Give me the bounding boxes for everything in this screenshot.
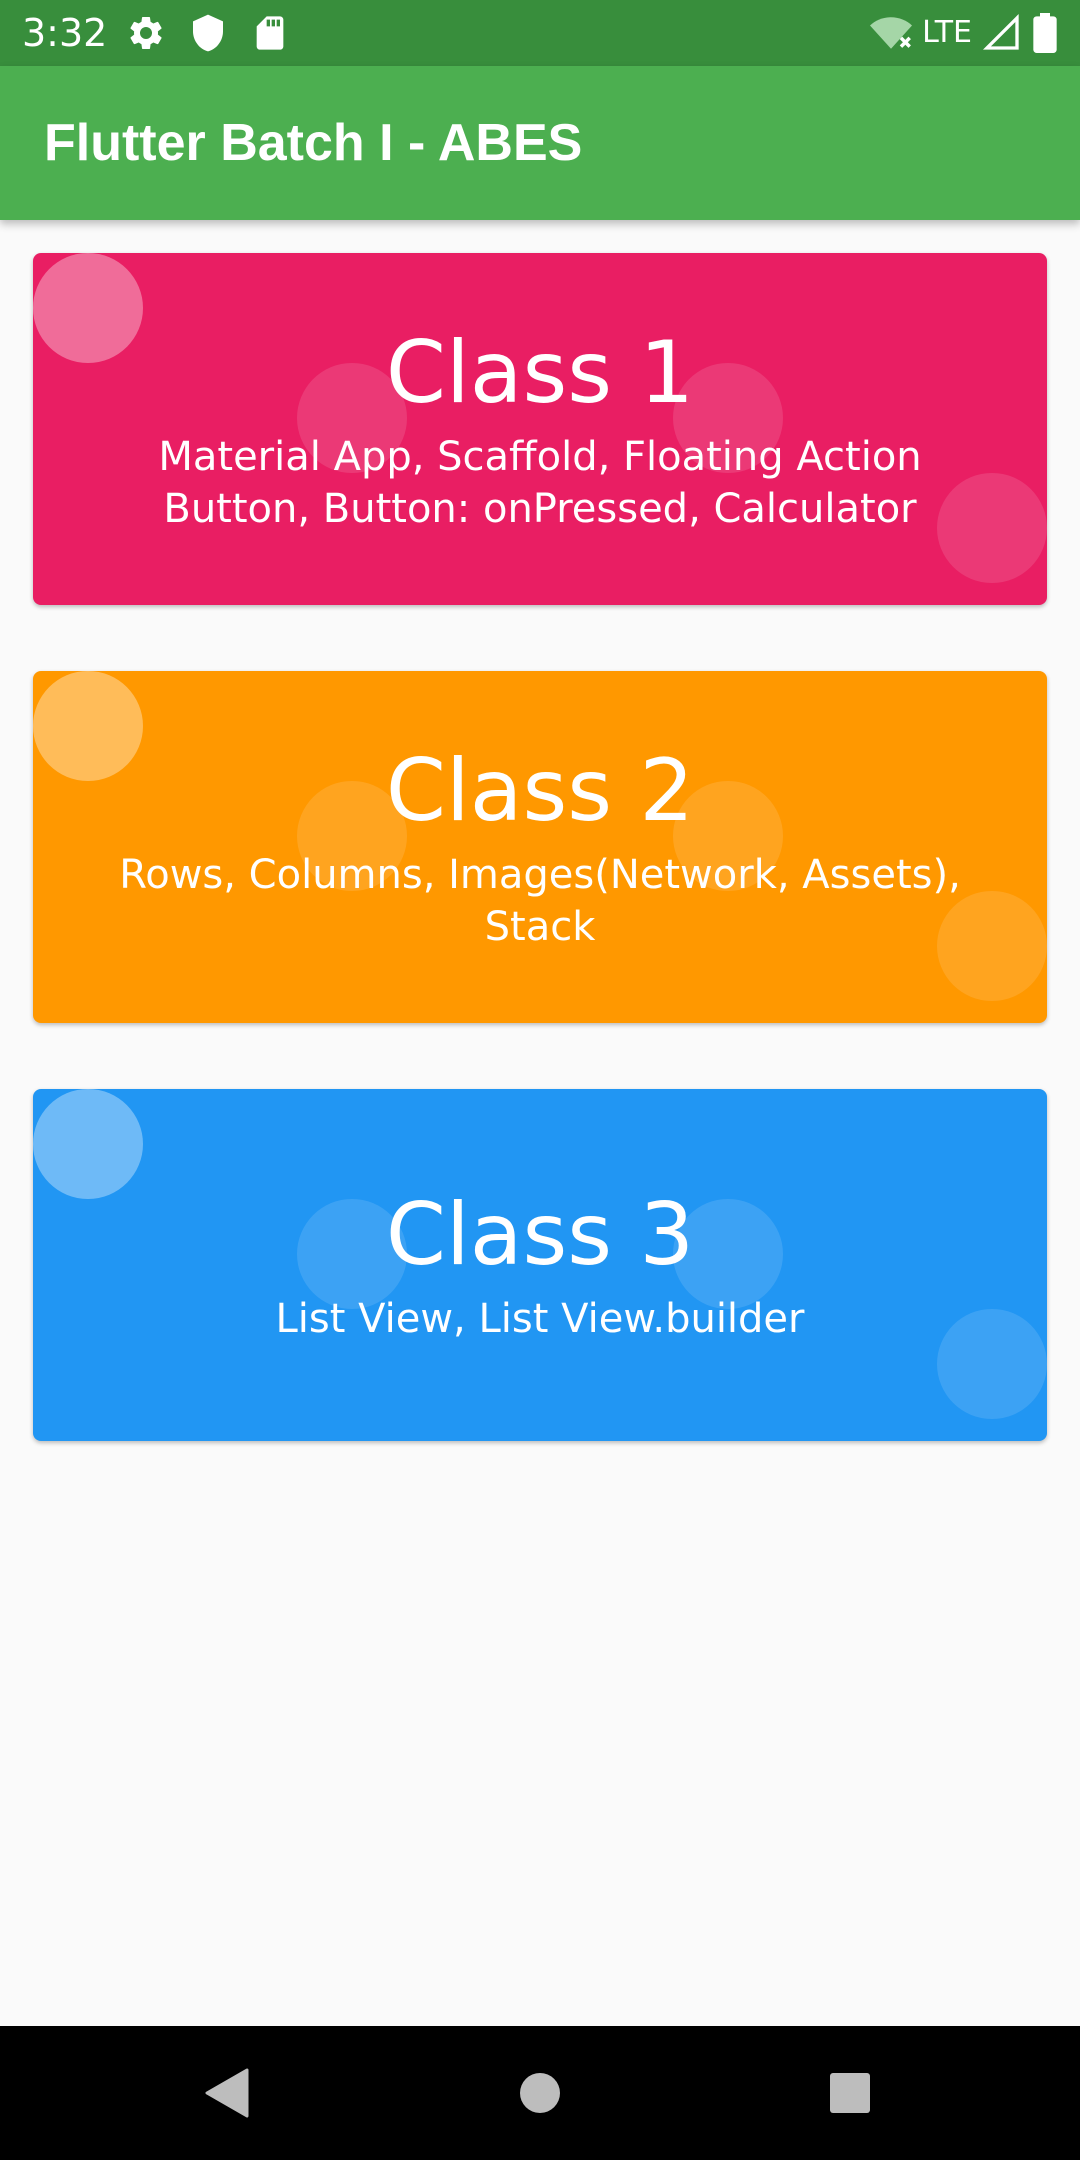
status-system-icons: LTE: [870, 12, 1058, 54]
home-button[interactable]: [500, 2053, 580, 2133]
home-icon: [520, 2073, 560, 2113]
card-description: List View, List View.builder: [275, 1296, 805, 1342]
recents-icon: [830, 2073, 870, 2113]
card-title: Class 1: [385, 323, 695, 423]
app-title: Flutter Batch I - ABES: [44, 114, 583, 172]
class-1-card[interactable]: Class 1 Material App, Scaffold, Floating…: [33, 253, 1047, 605]
card-title: Class 3: [385, 1185, 695, 1285]
back-button[interactable]: [186, 2053, 266, 2133]
signal-icon: [982, 13, 1019, 50]
app-bar: Flutter Batch I - ABES: [0, 66, 1080, 220]
card-content: Class 1 Material App, Scaffold, Floating…: [33, 253, 1047, 605]
battery-icon: [1033, 13, 1057, 53]
gear-icon: [130, 16, 162, 49]
network-type-label: LTE: [922, 15, 972, 50]
card-title: Class 2: [385, 741, 695, 841]
shield-icon: [193, 14, 223, 52]
card-description: Material App, Scaffold, Floating Action …: [158, 434, 922, 532]
class-3-card[interactable]: Class 3 List View, List View.builder: [33, 1089, 1047, 1441]
card-content: Class 3 List View, List View.builder: [33, 1089, 1047, 1441]
navigation-bar: [0, 2026, 1080, 2160]
class-2-card[interactable]: Class 2 Rows, Columns, Images(Network, A…: [33, 671, 1047, 1023]
card-description: Rows, Columns, Images(Network, Assets), …: [119, 852, 961, 950]
status-bar: 3:32 LTE: [0, 0, 1080, 66]
status-time: 3:32: [22, 11, 108, 55]
back-icon: [205, 2068, 249, 2118]
wifi-off-icon: [870, 17, 913, 49]
status-notification-icons: [126, 13, 290, 53]
sd-card-icon: [256, 16, 284, 50]
card-content: Class 2 Rows, Columns, Images(Network, A…: [33, 671, 1047, 1023]
recents-button[interactable]: [810, 2053, 890, 2133]
